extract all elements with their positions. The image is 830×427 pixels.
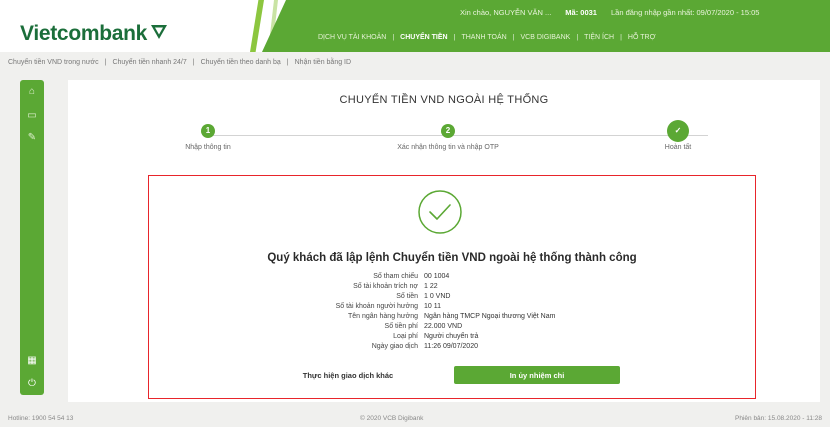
detail-row: Số tham chiếu 00 1004 (189, 272, 709, 282)
nav-support[interactable]: HỖ TRỢ (628, 34, 656, 41)
detail-value: Người chuyển trả (424, 333, 479, 340)
success-check-icon (418, 190, 462, 234)
step-1: 1 Nhập thông tin (138, 124, 278, 151)
detail-label: Số tham chiếu (373, 273, 418, 280)
breadcrumb-item[interactable]: Chuyển tiền nhanh 24/7 (112, 59, 186, 66)
copyright: © 2020 VCB Digibank (360, 415, 424, 422)
detail-row: Ngày giao dịch 11:26 09/07/2020 (189, 342, 709, 352)
check-icon: ✓ (667, 120, 689, 142)
user-greeting: Xin chào, NGUYỄN VĂN ... (460, 8, 552, 17)
detail-row: Số tài khoản người hưởng 10 11 (189, 302, 709, 312)
detail-value: 00 1004 (424, 273, 450, 280)
detail-row: Số tài khoản trích nợ 1 22 (189, 282, 709, 292)
step-3: ✓ Hoàn tất (608, 120, 748, 151)
transaction-details: Số tham chiếu 00 1004 Số tài khoản trích … (189, 272, 709, 352)
step-label: Xác nhận thông tin và nhập OTP (397, 144, 499, 151)
logo-text: Vietcombank (20, 22, 148, 45)
detail-row: Tên ngân hàng hưởng Ngân hàng TMCP Ngoại … (189, 312, 709, 322)
step-label: Hoàn tất (664, 144, 692, 151)
detail-value: Ngân hàng TMCP Ngoại thương Việt Nam (424, 313, 556, 320)
flag-icon[interactable]: ▦ (26, 355, 38, 367)
vietcombank-logo[interactable]: Vietcombank (20, 22, 168, 46)
top-nav: DỊCH VỤ TÀI KHOẢN | CHUYỂN TIỀN | THANH TO… (318, 34, 656, 41)
step-label: Nhập thông tin (185, 144, 231, 151)
breadcrumb-item[interactable]: Chuyển tiền VND trong nước (8, 59, 99, 66)
detail-label: Số tài khoản trích nợ (353, 283, 418, 290)
hotline: Hotline: 1900 54 54 13 (8, 415, 74, 422)
detail-label: Ngày giao dịch (371, 343, 418, 350)
page-title: CHUYỂN TIỀN VND NGOÀI HỆ THỐNG (339, 94, 549, 106)
breadcrumb: Chuyển tiền VND trong nước | Chuyển tiền … (8, 59, 352, 66)
nav-payment[interactable]: THANH TOÁN (461, 34, 506, 41)
detail-label: Tên ngân hàng hưởng (348, 313, 418, 320)
detail-label: Số tiền phí (384, 323, 418, 330)
card-icon[interactable]: ▭ (26, 110, 38, 122)
logo-mark-icon (151, 25, 168, 39)
last-login: Lần đăng nhập gần nhất: 09/07/2020 - 15:… (610, 8, 760, 17)
home-icon[interactable]: ⌂ (26, 86, 38, 98)
breadcrumb-item[interactable]: Chuyển tiền theo danh bạ (201, 59, 281, 66)
detail-row: Loại phí Người chuyển trả (189, 332, 709, 342)
success-message: Quý khách đã lập lệnh Chuyển tiền VND ng… (267, 252, 637, 264)
detail-value: 1 22 (424, 283, 438, 290)
sidebar: ⌂ ▭ ✎ ▦ ⏻ (20, 80, 44, 395)
step-2: 2 Xác nhận thông tin và nhập OTP (378, 124, 518, 151)
main-panel: CHUYỂN TIỀN VND NGOÀI HỆ THỐNG 1 Nhập th… (68, 80, 820, 402)
detail-value: 22.000 VND (424, 323, 463, 330)
nav-account[interactable]: DỊCH VỤ TÀI KHOẢN (318, 34, 386, 41)
header: Vietcombank Xin chào, NGUYỄN VĂN ... Mã:… (0, 0, 830, 52)
detail-value: 10 11 (424, 303, 441, 310)
detail-value: 1 0 VND (424, 293, 451, 300)
detail-label: Số tài khoản người hưởng (335, 303, 418, 310)
step-number: 1 (201, 124, 215, 138)
print-order-button[interactable]: In ủy nhiệm chi (454, 366, 620, 384)
detail-row: Số tiền 1 0 VND (189, 292, 709, 302)
nav-utilities[interactable]: TIỆN ÍCH (584, 34, 614, 41)
header-stripe (250, 0, 264, 52)
nav-digibank[interactable]: VCB DIGIBANK (521, 34, 571, 41)
user-info: Xin chào, NGUYỄN VĂN ... Mã: 0031 Lần đă… (460, 8, 824, 17)
new-transaction-button[interactable]: Thực hiện giao dịch khác (273, 371, 423, 380)
detail-label: Loại phí (393, 333, 418, 340)
detail-row: Số tiền phí 22.000 VND (189, 322, 709, 332)
power-icon[interactable]: ⏻ (26, 378, 38, 390)
settings-icon[interactable]: ✎ (26, 132, 38, 144)
success-box: Quý khách đã lập lệnh Chuyển tiền VND ng… (148, 175, 756, 399)
nav-transfer[interactable]: CHUYỂN TIỀN (400, 34, 447, 41)
action-bar: Thực hiện giao dịch khác In ủy nhiệm chi (149, 366, 755, 386)
detail-label: Số tiền (396, 293, 418, 300)
user-code: Mã: 0031 (565, 8, 597, 17)
footer: Hotline: 1900 54 54 13 © 2020 VCB Digiba… (0, 412, 830, 427)
version: Phiên bản: 15.08.2020 - 11:28 (735, 415, 822, 422)
step-number: 2 (441, 124, 455, 138)
breadcrumb-item[interactable]: Nhận tiền bằng ID (295, 59, 351, 66)
detail-value: 11:26 09/07/2020 (424, 343, 478, 350)
stepper: 1 Nhập thông tin 2 Xác nhận thông tin và… (168, 120, 748, 164)
